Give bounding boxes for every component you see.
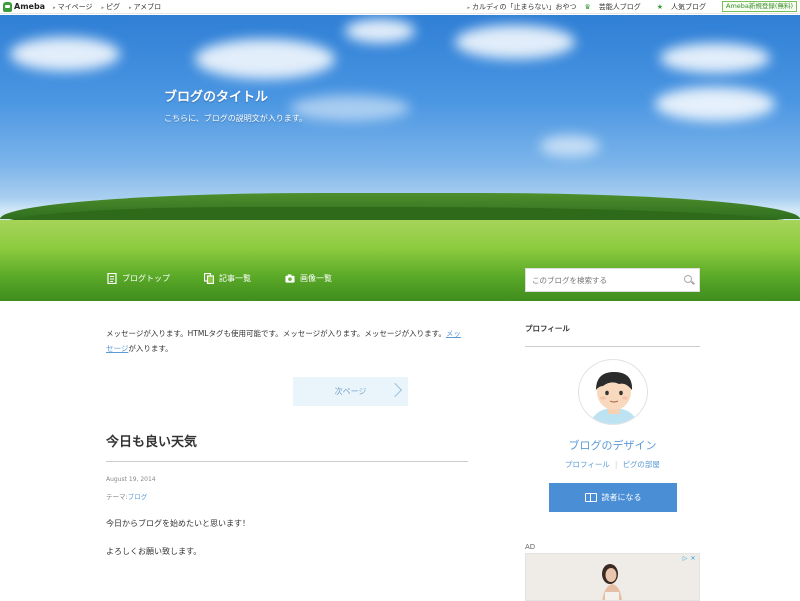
topbar-news-link[interactable]: カルディの「止まらない」おやつ — [467, 2, 577, 12]
ad-info-icon[interactable]: ▷ — [681, 555, 689, 563]
topbar-link-pigg[interactable]: ピグ — [101, 2, 120, 12]
cloud — [345, 19, 415, 43]
search-icon[interactable] — [684, 275, 694, 285]
entry-paragraph: 今日からブログを始めたいと思います！ — [106, 519, 250, 528]
divider — [106, 461, 468, 462]
topbar-celebrity-link[interactable]: ♛ 芸能人ブログ — [584, 2, 648, 12]
copy-icon — [204, 273, 214, 284]
cloud — [655, 87, 775, 121]
cloud — [195, 39, 335, 79]
document-icon — [107, 273, 117, 284]
profile-links: プロフィール | ピグの部屋 — [525, 459, 700, 470]
ameba-topbar: Ameba マイページ ピグ アメブロ カルディの「止まらない」おやつ ♛芸能人… — [0, 0, 800, 14]
nav-entry-list[interactable]: 記事一覧 — [204, 273, 251, 284]
blog-title[interactable]: ブログのタイトル — [164, 86, 268, 105]
register-button[interactable]: Ameba新規登録(無料) — [722, 1, 797, 12]
avatar-illustration — [592, 372, 636, 424]
message-board: メッセージが入ります。HTMLタグも使用可能です。メッセージが入ります。メッセー… — [106, 329, 461, 353]
nav-image-list[interactable]: 画像一覧 — [285, 273, 332, 284]
nav-blog-top[interactable]: ブログトップ — [107, 273, 170, 284]
entry-paragraph: よろしくお願い致します。 — [106, 547, 202, 556]
blog-description: こちらに、ブログの説明文が入ります。 — [164, 114, 307, 123]
crown-icon: ♛ — [584, 2, 591, 11]
profile-name[interactable]: ブログのデザイン — [525, 437, 700, 453]
ameba-brand: Ameba — [14, 2, 46, 11]
next-page-button[interactable]: 次ページ — [293, 377, 408, 406]
topbar-link-mypage[interactable]: マイページ — [53, 2, 93, 12]
ad-image — [526, 554, 699, 600]
cloud — [10, 37, 120, 71]
ad-controls: ▷ ✕ — [681, 555, 697, 563]
separator: | — [614, 460, 618, 469]
profile-link[interactable]: プロフィール — [565, 460, 610, 469]
entry-body: 今日からブログを始めたいと思います！ よろしくお願い致します。 — [106, 517, 468, 573]
cloud — [455, 25, 575, 59]
topbar-link-ameblo[interactable]: アメブロ — [129, 2, 162, 12]
sidebar-profile-heading: プロフィール — [525, 323, 700, 347]
avatar[interactable] — [578, 359, 648, 425]
blog-header: ブログのタイトル こちらに、ブログの説明文が入ります。 ブログトップ 記事一覧 … — [0, 15, 800, 301]
theme-link[interactable]: ブログ — [128, 493, 148, 501]
pigg-room-link[interactable]: ピグの部屋 — [622, 460, 660, 469]
chevron-right-icon — [387, 382, 403, 398]
entry-date: August 19, 2014 — [106, 476, 156, 483]
book-icon — [584, 493, 597, 502]
ameba-logo[interactable]: Ameba — [3, 1, 46, 12]
blog-search — [525, 268, 700, 292]
ad-label: AD — [525, 543, 536, 551]
entry-theme: テーマ:ブログ — [106, 493, 148, 501]
camera-icon — [285, 274, 295, 283]
follow-button[interactable]: 読者になる — [549, 483, 677, 512]
star-icon: ★ — [656, 2, 664, 11]
cloud — [290, 95, 410, 121]
entry-title[interactable]: 今日も良い天気 — [106, 431, 197, 450]
search-input[interactable] — [526, 269, 684, 291]
topbar-popular-link[interactable]: ★ 人気ブログ — [657, 2, 714, 12]
cloud — [660, 43, 770, 73]
cloud — [540, 135, 600, 157]
ad-banner[interactable]: ▷ ✕ — [525, 553, 700, 601]
blog-nav: ブログトップ 記事一覧 画像一覧 — [107, 273, 366, 284]
close-icon[interactable]: ✕ — [689, 555, 697, 563]
ameba-logo-icon — [3, 1, 12, 12]
